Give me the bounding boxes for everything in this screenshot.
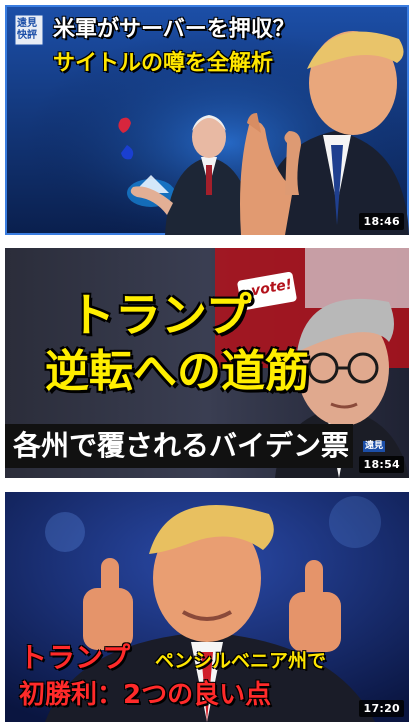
video-thumbnail-2[interactable]: vote! トランプ 逆転への道筋 各州で覆されるバイデン票 遠見 18:54 bbox=[5, 248, 409, 478]
video-thumbnail-3[interactable]: トランプ ペンシルベニア州で 初勝利：2つの良い点 17:20 bbox=[5, 492, 409, 722]
thumbnail-3-title-line2: 初勝利：2つの良い点 bbox=[19, 680, 272, 710]
channel-logo: 遠見 bbox=[362, 441, 385, 452]
thumbnail-3-title-part2: ペンシルベニア州で bbox=[155, 650, 327, 672]
thumbnail-1-title-line2: サイトルの噂を全解析 bbox=[53, 51, 274, 76]
video-thumbnail-1[interactable]: 遠見 快評 米軍がサーバーを押収？ サイトルの噂を全解析 18:46 bbox=[5, 5, 409, 235]
video-card-3[interactable]: トランプ ペンシルベニア州で 初勝利：2つの良い点 17:20 bbox=[5, 492, 409, 722]
video-duration-badge: 17:20 bbox=[359, 700, 404, 717]
video-card-2[interactable]: vote! トランプ 逆転への道筋 各州で覆されるバイデン票 遠見 18:54 bbox=[5, 248, 409, 478]
video-duration-badge: 18:54 bbox=[359, 456, 404, 473]
thumbnail-3-title-part1: トランプ bbox=[19, 641, 131, 674]
thumbnail-1-title-line1: 米軍がサーバーを押収？ bbox=[53, 17, 295, 42]
channel-logo: 遠見 快評 bbox=[17, 18, 37, 41]
thumbnail-2-title-line2: 逆転への道筋 bbox=[45, 346, 309, 397]
video-duration-badge: 18:46 bbox=[359, 213, 404, 230]
thumbnail-2-banner-text: 各州で覆されるバイデン票 bbox=[13, 429, 350, 462]
thumbnail-2-title-line1: トランプ bbox=[69, 288, 252, 342]
video-card-1[interactable]: 遠見 快評 米軍がサーバーを押収？ サイトルの噂を全解析 18:46 bbox=[5, 5, 409, 235]
video-feed: 遠見 快評 米軍がサーバーを押収？ サイトルの噂を全解析 18:46 vote!… bbox=[0, 0, 414, 727]
